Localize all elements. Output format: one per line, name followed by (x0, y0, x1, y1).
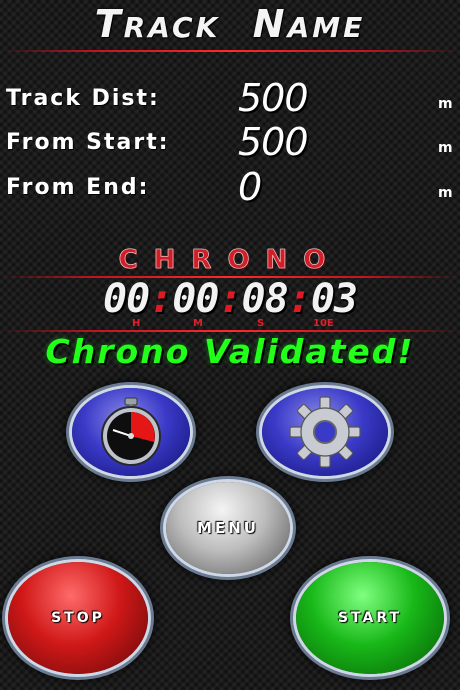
unit-minutes: M (193, 318, 203, 329)
header-divider (0, 50, 460, 52)
start-button[interactable]: start (296, 562, 444, 674)
stopwatch-icon (101, 397, 161, 466)
from-start-value: 500 (238, 120, 309, 164)
timer-minutes: 00 (172, 276, 219, 322)
unit-tenths: 10E (313, 318, 334, 329)
track-dist-value: 500 (238, 76, 309, 120)
timer-seconds: 08 (241, 276, 289, 322)
settings-button[interactable] (262, 388, 388, 476)
from-end-label: From End: (6, 175, 150, 200)
track-name-title: TRACK NAME (94, 2, 366, 46)
unit-hours: H (132, 318, 141, 329)
track-dist-label: Track Dist: (6, 86, 160, 111)
from-start-unit: m (438, 140, 453, 156)
start-button-label: start (337, 610, 403, 626)
menu-button[interactable]: Menu (166, 482, 290, 574)
timer-tenths: 03 (310, 276, 358, 322)
stop-button[interactable]: stop (8, 562, 148, 674)
gear-icon (289, 396, 361, 468)
from-end-unit: m (438, 185, 453, 201)
track-dist-unit: m (438, 96, 453, 112)
unit-seconds: S (257, 318, 265, 329)
timer-hours: 00 (103, 276, 150, 322)
stop-button-label: stop (51, 610, 105, 626)
chrono-button[interactable] (72, 388, 190, 476)
from-start-label: From Start: (6, 130, 170, 155)
chrono-status: Chrono Validated! (45, 332, 415, 371)
from-end-value: 0 (238, 165, 262, 209)
chrono-title: CHRONO (118, 245, 342, 276)
chrono-timer: 00:00:08:03 (103, 276, 358, 322)
menu-button-label: Menu (197, 519, 259, 537)
